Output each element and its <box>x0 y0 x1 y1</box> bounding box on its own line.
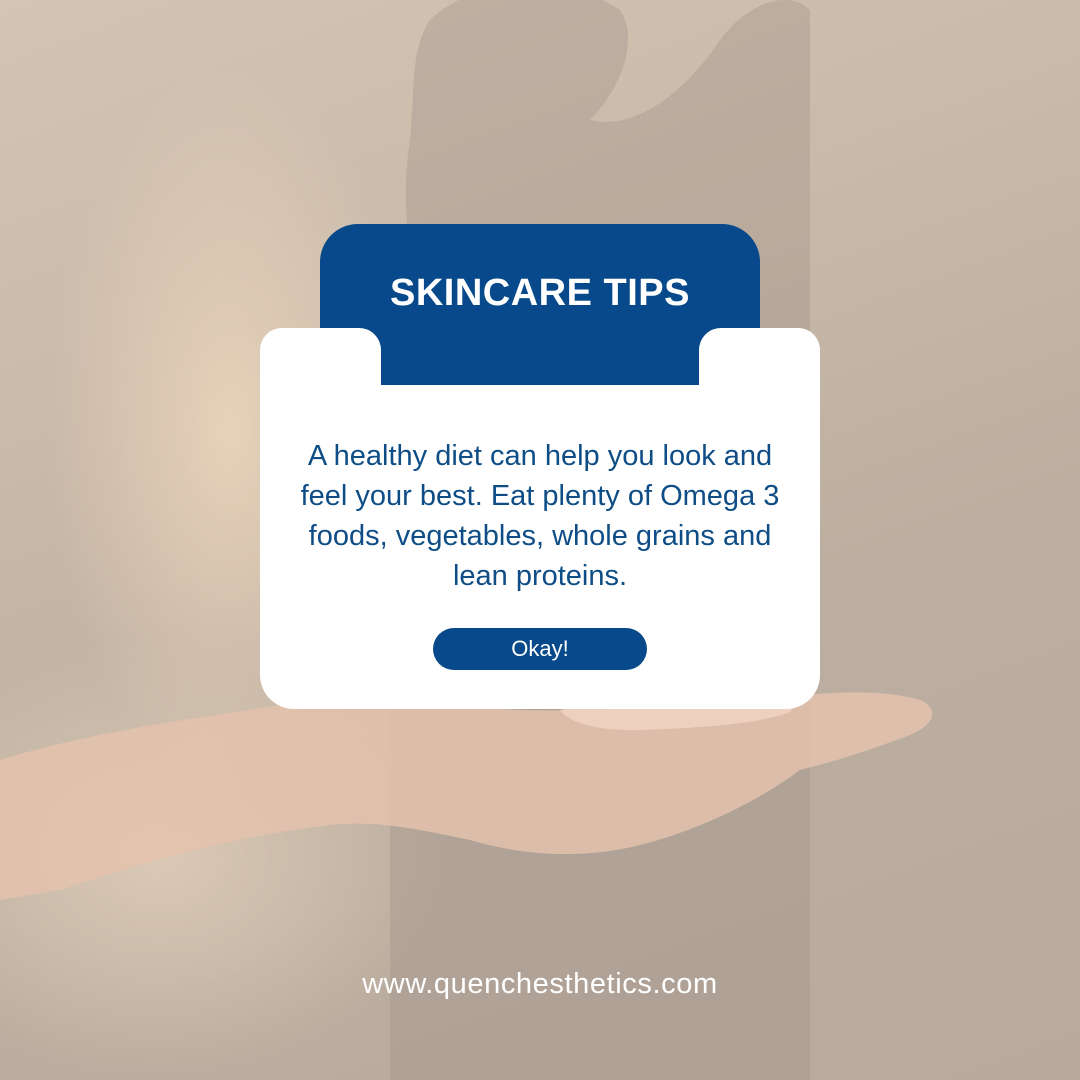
okay-button[interactable]: Okay! <box>433 628 647 670</box>
tip-text: A healthy diet can help you look and fee… <box>300 440 780 592</box>
tip-panel: SKINCARE TIPS A healthy diet can help yo… <box>0 0 1080 1080</box>
page-title: SKINCARE TIPS <box>390 272 690 314</box>
website-url: www.quenchesthetics.com <box>362 968 718 1000</box>
